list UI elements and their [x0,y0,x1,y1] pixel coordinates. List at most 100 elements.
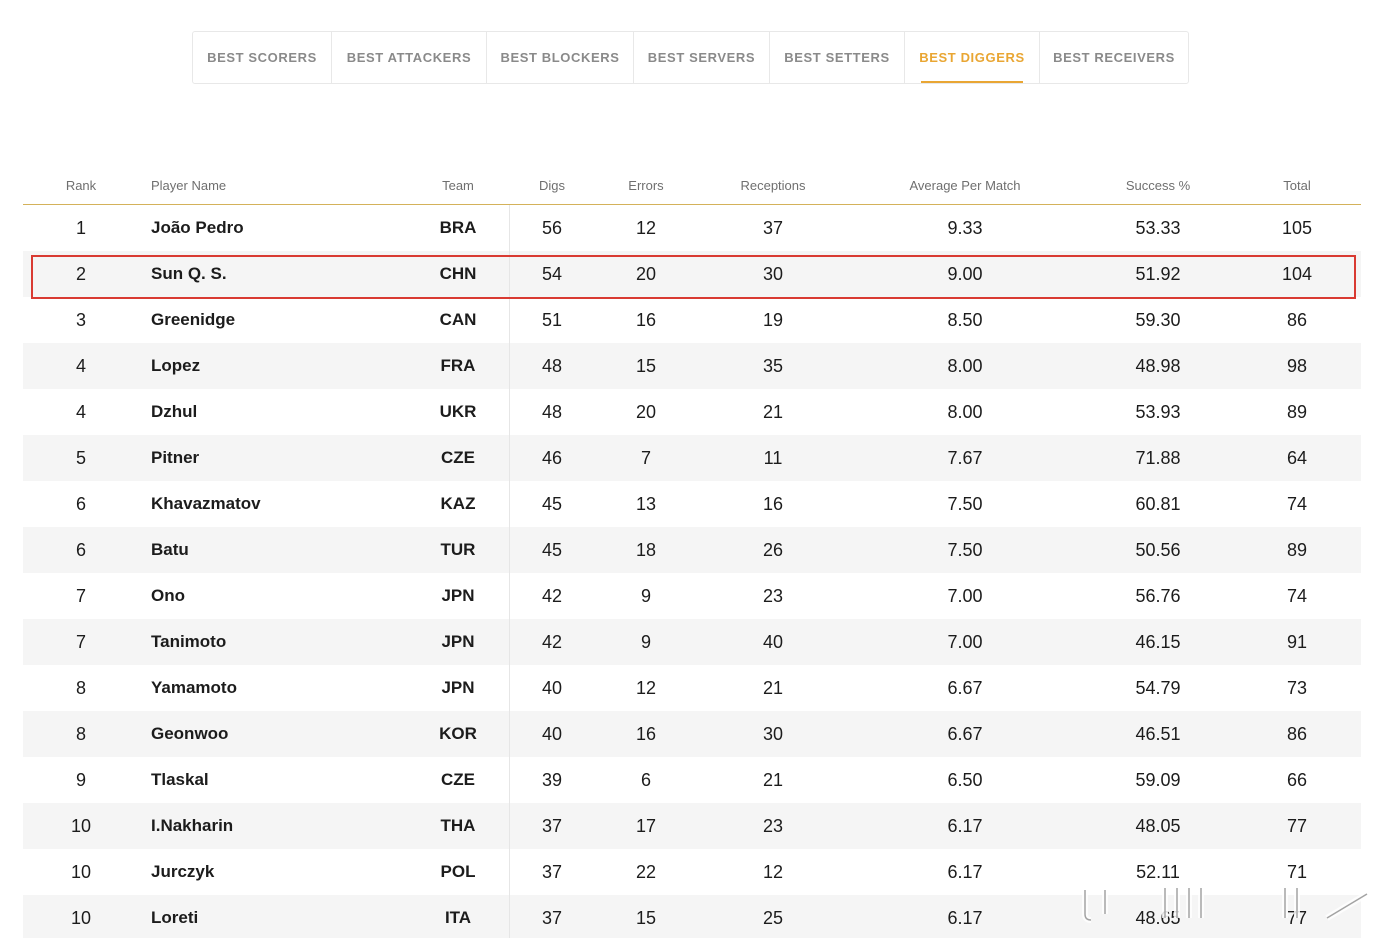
team-cell: POL [440,862,476,881]
average-cell: 6.17 [947,815,983,836]
receptions-cell: 21 [762,677,784,698]
table-row[interactable]: 7 Tanimoto JPN 42 9 40 7.00 46.15 91 [23,619,1361,665]
success-cell: 56.76 [1135,585,1181,606]
column-header-receptions[interactable]: Receptions [713,166,833,204]
digs-cell: 42 [541,631,563,652]
table-row[interactable]: 4 Lopez FRA 48 15 35 8.00 48.98 98 [23,343,1361,389]
table-row[interactable]: 10 Loreti ITA 37 15 25 6.17 48.65 77 [23,895,1361,938]
player-name-cell: Greenidge [151,310,236,329]
digs-cell: 39 [541,769,563,790]
tab-best-attackers[interactable]: BEST ATTACKERS [332,32,487,83]
player-name-cell: Ono [151,586,185,605]
team-cell: FRA [440,356,476,375]
table-row[interactable]: 8 Yamamoto JPN 40 12 21 6.67 54.79 73 [23,665,1361,711]
team-cell: CZE [441,448,475,467]
team-cell: THA [440,816,476,835]
receptions-cell: 37 [762,217,784,238]
errors-cell: 9 [640,585,651,606]
table-row[interactable]: 4 Dzhul UKR 48 20 21 8.00 53.93 89 [23,389,1361,435]
success-cell: 59.09 [1135,769,1181,790]
team-cell: BRA [439,218,477,237]
tab-best-blockers[interactable]: BEST BLOCKERS [487,32,634,83]
player-name-cell: I.Nakharin [151,816,234,835]
team-cell: UKR [439,402,477,421]
column-header-rank[interactable]: Rank [23,166,139,204]
receptions-cell: 23 [762,585,784,606]
average-cell: 7.50 [947,539,983,560]
table-header: Rank Player Name Team Digs Errors Recept… [23,166,1361,205]
total-cell: 71 [1286,861,1308,882]
success-cell: 71.88 [1135,447,1181,468]
digs-cell: 48 [541,401,563,422]
column-header-digs[interactable]: Digs [512,166,592,204]
table-row[interactable]: 5 Pitner CZE 46 7 11 7.67 71.88 64 [23,435,1361,481]
errors-cell: 15 [635,355,657,376]
column-divider [509,205,510,938]
table-row[interactable]: 7 Ono JPN 42 9 23 7.00 56.76 74 [23,573,1361,619]
errors-cell: 20 [635,401,657,422]
column-header-team[interactable]: Team [408,166,508,204]
rank-cell: 7 [75,631,86,652]
tab-best-servers[interactable]: BEST SERVERS [634,32,770,83]
team-cell: ITA [444,908,472,927]
digs-cell: 46 [541,447,563,468]
column-header-player-name[interactable]: Player Name [151,166,401,204]
table-row[interactable]: 9 Tlaskal CZE 39 6 21 6.50 59.09 66 [23,757,1361,803]
success-cell: 59.30 [1135,309,1181,330]
success-cell: 48.05 [1135,815,1181,836]
table-row[interactable]: 1 João Pedro BRA 56 12 37 9.33 53.33 105 [23,205,1361,251]
table-row[interactable]: 6 Batu TUR 45 18 26 7.50 50.56 89 [23,527,1361,573]
digs-cell: 40 [541,677,563,698]
column-header-errors[interactable]: Errors [606,166,686,204]
errors-cell: 12 [635,677,657,698]
table-row[interactable]: 10 Jurczyk POL 37 22 12 6.17 52.11 71 [23,849,1361,895]
stats-page: BEST SCORERS BEST ATTACKERS BEST BLOCKER… [0,0,1385,938]
digs-cell: 45 [541,493,563,514]
success-cell: 60.81 [1135,493,1181,514]
errors-cell: 20 [635,263,657,284]
receptions-cell: 30 [762,263,784,284]
rank-cell: 10 [70,861,92,882]
average-cell: 6.17 [947,907,983,928]
tab-best-diggers[interactable]: BEST DIGGERS [905,32,1040,83]
team-cell: JPN [441,586,475,605]
column-header-success[interactable]: Success % [1078,166,1238,204]
tab-best-setters[interactable]: BEST SETTERS [770,32,905,83]
player-name-cell: Pitner [151,448,200,467]
table-row[interactable]: 3 Greenidge CAN 51 16 19 8.50 59.30 86 [23,297,1361,343]
player-name-cell: Dzhul [151,402,198,421]
table-row[interactable]: 6 Khavazmatov KAZ 45 13 16 7.50 60.81 74 [23,481,1361,527]
success-cell: 46.15 [1135,631,1181,652]
total-cell: 77 [1286,907,1308,928]
digs-cell: 45 [541,539,563,560]
tab-best-scorers[interactable]: BEST SCORERS [193,32,332,83]
table-row[interactable]: 2 Sun Q. S. CHN 54 20 30 9.00 51.92 104 [23,251,1361,297]
diggers-table: Rank Player Name Team Digs Errors Recept… [23,166,1361,938]
receptions-cell: 11 [763,447,783,468]
digs-cell: 48 [541,355,563,376]
success-cell: 52.11 [1136,861,1180,882]
rank-cell: 8 [75,723,86,744]
player-name-cell: Khavazmatov [151,494,261,513]
column-header-total[interactable]: Total [1257,166,1337,204]
average-cell: 6.17 [947,861,983,882]
total-cell: 91 [1286,631,1308,652]
player-name-cell: Batu [151,540,189,559]
team-cell: TUR [440,540,476,559]
tab-best-receivers[interactable]: BEST RECEIVERS [1040,32,1188,83]
table-row[interactable]: 8 Geonwoo KOR 40 16 30 6.67 46.51 86 [23,711,1361,757]
receptions-cell: 12 [762,861,784,882]
errors-cell: 7 [640,447,651,468]
total-cell: 74 [1286,493,1308,514]
column-header-average-per-match[interactable]: Average Per Match [885,166,1045,204]
total-cell: 89 [1286,401,1308,422]
team-cell: CHN [439,264,477,283]
errors-cell: 6 [640,769,651,790]
rank-cell: 4 [75,355,86,376]
receptions-cell: 30 [762,723,784,744]
table-row[interactable]: 10 I.Nakharin THA 37 17 23 6.17 48.05 77 [23,803,1361,849]
total-cell: 73 [1286,677,1308,698]
rank-cell: 1 [75,217,86,238]
digs-cell: 37 [541,861,563,882]
player-name-cell: Jurczyk [151,862,215,881]
